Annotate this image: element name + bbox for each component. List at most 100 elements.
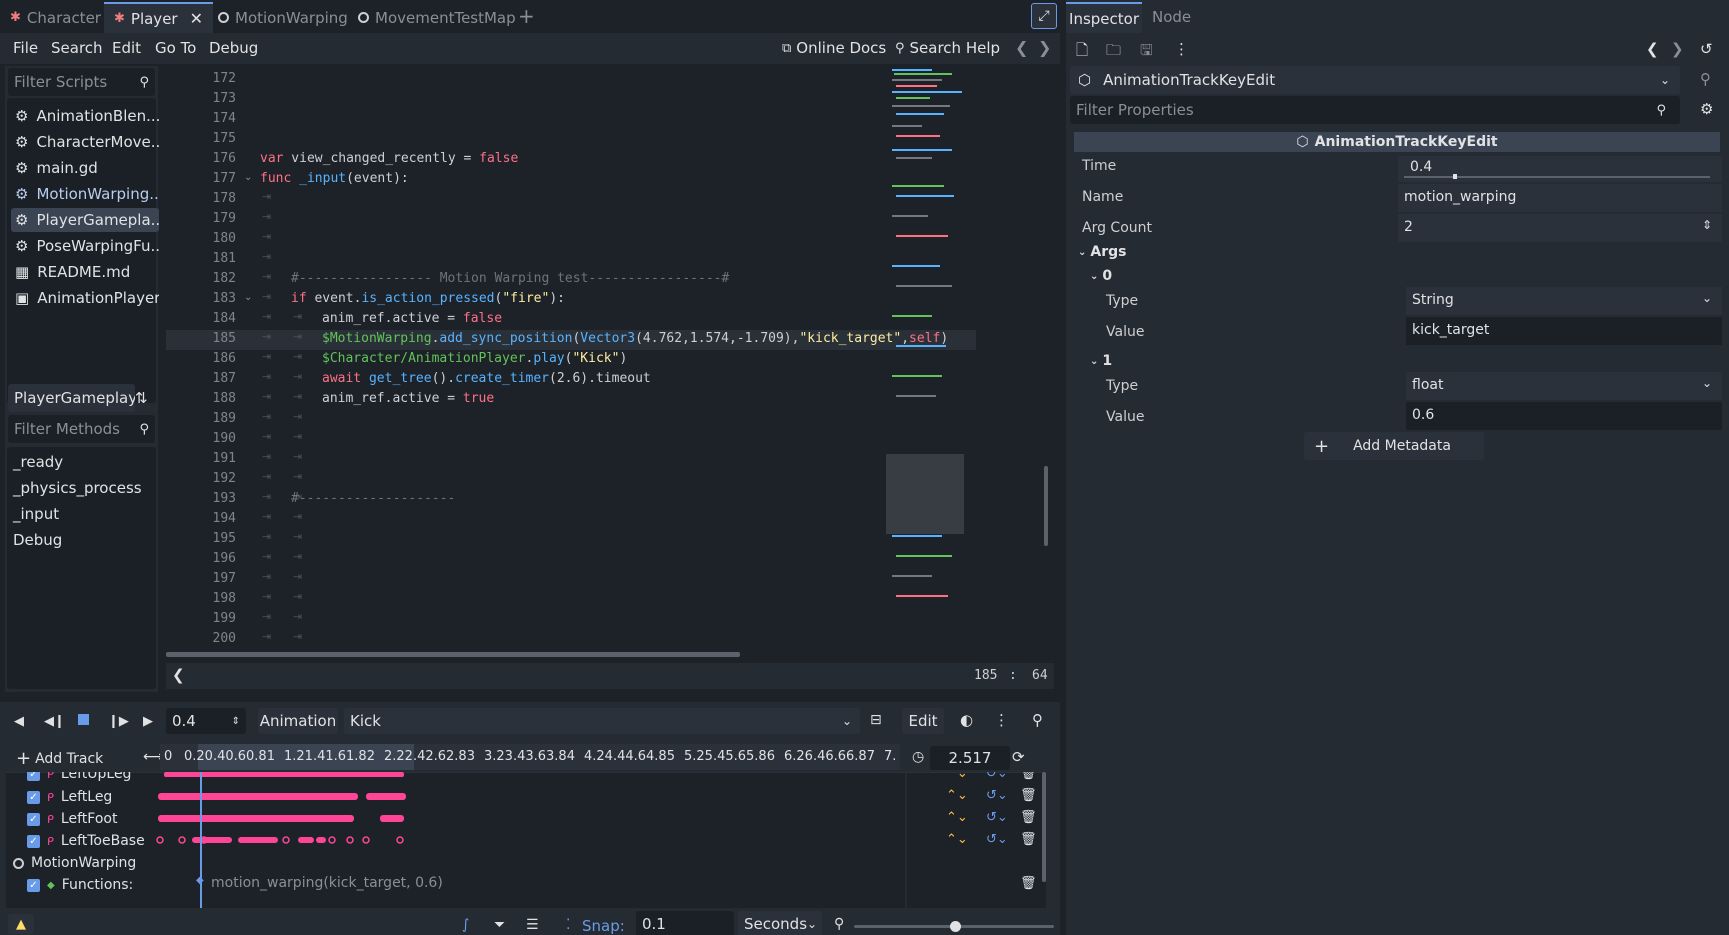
function-keyframe-icon[interactable]: ◆ [196, 875, 204, 886]
add-track-button[interactable]: + Add Track [16, 748, 103, 769]
track-list-icon[interactable]: ☰ [526, 917, 539, 933]
args-group-toggle[interactable]: ⌄ Args [1078, 244, 1126, 260]
pin-icon[interactable]: ⚲ [1032, 711, 1043, 729]
menu-search[interactable]: Search [51, 39, 103, 57]
fold-arrow-icon[interactable]: ⌄ [244, 292, 252, 303]
script-item[interactable]: ⚙ PoseWarpingFu... [11, 234, 159, 258]
filter-methods-field[interactable]: Filter Methods ⚲ [8, 415, 155, 443]
chevron-left-icon[interactable]: ❮ [1646, 40, 1659, 58]
name-field[interactable]: motion_warping [1398, 184, 1722, 212]
loop-icon[interactable]: ⟳ [1012, 748, 1025, 766]
script-item[interactable]: ⚙ main.gd [11, 156, 159, 180]
track-enabled-checkbox[interactable]: ✓ [27, 790, 40, 804]
play-icon[interactable]: ▶ [143, 714, 153, 729]
zoom-slider-grabber[interactable] [950, 921, 961, 932]
method-item[interactable]: Debug [13, 531, 62, 549]
spinner-icon[interactable]: ⇕ [232, 716, 240, 727]
track-row[interactable]: ✓ ◆ Functions: [27, 877, 133, 893]
track-enabled-checkbox[interactable]: ✓ [27, 834, 40, 848]
chevron-right-icon[interactable]: ❯ [1671, 40, 1684, 58]
trash-icon[interactable]: 🗑 [1020, 772, 1037, 781]
method-item[interactable]: _physics_process [13, 479, 142, 497]
new-resource-icon[interactable]: 🗋 [1076, 40, 1088, 65]
animation-length-field[interactable]: 2.517 [930, 746, 1010, 770]
track-row[interactable]: ✓ ᑭ LeftLeg [27, 789, 112, 805]
search-help-button[interactable]: ⚲ Search Help [895, 39, 1000, 57]
more-options-icon[interactable]: ⋮ [1174, 40, 1189, 58]
object-help-icon[interactable]: ⚲ [1700, 70, 1711, 88]
loop-mode-icon[interactable]: ↺⌄ [986, 832, 1008, 847]
vertical-scrollbar[interactable] [1044, 466, 1048, 546]
online-docs-button[interactable]: ⧉ Online Docs [782, 39, 886, 57]
play-backwards-from-end-icon[interactable]: ◀❙ [44, 714, 65, 729]
playhead[interactable] [200, 772, 202, 908]
tracks-scrollbar[interactable] [1042, 772, 1046, 882]
warning-button[interactable]: ▲ [8, 914, 34, 934]
distraction-free-button[interactable]: ⤢ [1031, 3, 1057, 29]
tab-movementtestmap[interactable]: MovementTestMap [348, 2, 526, 33]
trash-icon[interactable]: 🗑 [1020, 832, 1037, 847]
script-item-selected[interactable]: ⚙ PlayerGamepla... [11, 208, 159, 232]
arg0-group-toggle[interactable]: ⌄ 0 [1090, 268, 1112, 284]
tab-player[interactable]: ✱ Player ✕ [104, 2, 213, 33]
track-enabled-checkbox[interactable]: ✓ [27, 812, 40, 826]
timeline-zoom-slider[interactable] [854, 921, 1054, 932]
snap-icon[interactable]: ⁚ [566, 917, 570, 933]
arg1-value-field[interactable]: 0.6 [1406, 402, 1722, 430]
track-row[interactable]: ✓ ᑭ LeftUpLeg [27, 772, 131, 782]
arg0-type-select[interactable]: String ⌄ [1406, 287, 1722, 315]
chevron-right-icon[interactable]: ❯ [1038, 38, 1051, 57]
menu-edit[interactable]: Edit [112, 39, 141, 57]
snap-value-field[interactable]: 0.1 [636, 911, 734, 935]
time-slider-track[interactable] [1404, 174, 1710, 179]
stop-icon[interactable] [78, 714, 89, 725]
code-editor[interactable]: 172 173 174 175 176 177 178 ⇥ 179 ⇥ 180 ⇥ 181 ⇥ 182 ⇥ 18… [166, 66, 1054, 663]
loop-mode-icon[interactable]: ↺⌄ [986, 772, 1008, 781]
tab-inspector[interactable]: Inspector [1066, 2, 1142, 33]
node-group-row[interactable]: MotionWarping [13, 855, 136, 871]
history-icon[interactable]: ↺ [1700, 40, 1713, 58]
play-backwards-icon[interactable]: ◀ [14, 714, 24, 729]
script-item[interactable]: ⚙ MotionWarping... [11, 182, 159, 206]
tab-node[interactable]: Node [1152, 8, 1191, 26]
filter-scripts-field[interactable]: Filter Scripts ⚲ [8, 68, 155, 96]
save-icon[interactable]: 🖫 [1140, 40, 1153, 65]
time-slider-grabber[interactable] [1452, 174, 1457, 179]
time-slider-field[interactable]: 0.4 [1398, 156, 1722, 182]
method-item[interactable]: _ready [13, 453, 63, 471]
more-options-icon[interactable]: ⋮ [994, 711, 1009, 729]
add-metadata-button[interactable]: + Add Metadata [1304, 432, 1484, 460]
menu-file[interactable]: File [13, 39, 38, 57]
tab-character[interactable]: ✱ Character [0, 2, 111, 33]
sort-icon[interactable]: ⇅ [135, 389, 148, 407]
fold-arrow-icon[interactable]: ⌄ [244, 172, 252, 183]
interpolation-icon[interactable]: ⌃⌄ [946, 810, 968, 825]
interpolation-icon[interactable]: ⌃⌄ [946, 772, 968, 781]
filter-icon[interactable]: ⏷ [494, 917, 505, 933]
arg-count-field[interactable]: 2 ⇕ [1398, 214, 1722, 242]
interpolation-icon[interactable]: ⌃⌄ [946, 788, 968, 803]
loop-mode-icon[interactable]: ↺⌄ [986, 788, 1008, 803]
object-selector[interactable]: ⬡ AnimationTrackKeyEdit ⌄ [1070, 66, 1680, 94]
method-item[interactable]: _input [13, 505, 59, 523]
animation-select[interactable]: Kick ⌄ [344, 708, 860, 734]
menu-goto[interactable]: Go To [155, 39, 196, 57]
filter-properties-field[interactable]: Filter Properties ⚲ [1070, 96, 1680, 124]
timeline-ruler[interactable]: 0 0.20.40.60.81 1.21.41.61.82 2.22.42.62… [160, 744, 900, 770]
script-item[interactable]: ▦ README.md [11, 260, 159, 284]
animation-menu-button[interactable]: Animation [258, 708, 338, 734]
loop-mode-icon[interactable]: ↺⌄ [986, 810, 1008, 825]
edit-menu-button[interactable]: Edit [902, 708, 944, 734]
property-settings-icon[interactable]: ⚙ [1700, 100, 1713, 118]
toggle-scripts-panel-icon[interactable]: ❮ [172, 666, 185, 684]
arg1-type-select[interactable]: float ⌄ [1406, 372, 1722, 400]
code-minimap[interactable] [882, 66, 972, 646]
menu-debug[interactable]: Debug [209, 39, 258, 57]
trash-icon[interactable]: 🗑 [1020, 810, 1037, 825]
close-icon[interactable]: ✕ [190, 9, 203, 28]
trash-icon[interactable]: 🗑 [1020, 876, 1037, 891]
track-row[interactable]: ✓ ᑭ LeftToeBase [27, 833, 145, 849]
autoplay-icon[interactable]: ⊟ [870, 712, 882, 728]
script-item[interactable]: ▣ AnimationPlayer [11, 286, 159, 310]
spinner-icon[interactable]: ⇕ [1702, 218, 1712, 232]
